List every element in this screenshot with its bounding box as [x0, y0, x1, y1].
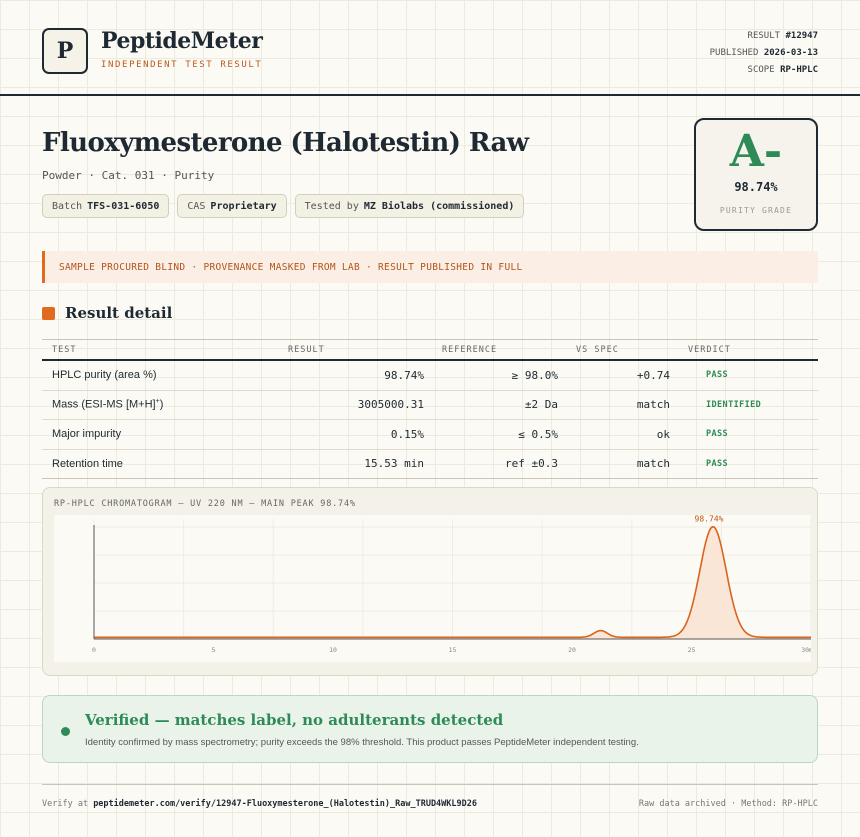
col-result: RESULT [288, 344, 325, 355]
test-name: Major impurity [52, 428, 122, 441]
x-tick-label: 15 [449, 646, 457, 654]
brand-subtitle: INDEPENDENT TEST RESULT [101, 60, 263, 70]
notice-banner: SAMPLE PROCURED BLIND · PROVENANCE MASKE… [42, 251, 818, 283]
logo-icon: P [42, 28, 88, 74]
test-verdict: PASS [706, 370, 729, 381]
col-reference: REFERENCE [442, 344, 498, 355]
section-title: Result detail [65, 304, 173, 322]
chart-area: 0 5 10 15 20 25 30min 98.74% [54, 515, 811, 662]
scope-value: RP-HPLC [780, 65, 818, 75]
result-meta: RESULT #12947 PUBLISHED 2026-03-13 SCOPE… [710, 28, 818, 79]
test-verdict: IDENTIFIED [706, 399, 762, 410]
peak-label: 98.74% [695, 515, 724, 524]
test-result: 0.15% [390, 427, 424, 441]
grade-label: PURITY GRADE [719, 206, 793, 215]
chart-title: RP-HPLC CHROMATOGRAM — UV 220 NM — MAIN … [54, 499, 356, 509]
test-reference: ref ±0.3 [505, 457, 558, 471]
test-name: HPLC purity (area %) [52, 369, 157, 382]
chromatogram-card: RP-HPLC CHROMATOGRAM — UV 220 NM — MAIN … [42, 487, 818, 676]
x-tick-label: 25 [688, 646, 696, 654]
col-verdict: VERDICT [688, 344, 731, 355]
scope-line: SCOPE RP-HPLC [747, 65, 818, 75]
table-header: TEST RESULT REFERENCE VS SPEC VERDICT [42, 340, 818, 361]
result-detail-heading: Result detail [42, 304, 172, 322]
verify-line: Verify at peptidemeter.com/verify/12947-… [42, 799, 477, 809]
test-verdict: PASS [706, 429, 729, 440]
x-tick-label: 0 [92, 646, 96, 654]
x-tick-label: 20 [568, 646, 576, 654]
product-chips: Batch TFS-031-6050 CAS Proprietary Tested … [42, 194, 525, 218]
footer-method: Raw data archived · Method: RP-HPLC [638, 799, 818, 809]
verified-text: Identity confirmed by mass spectrometry;… [85, 737, 639, 748]
col-vs-spec: VS SPEC [576, 344, 619, 355]
verified-title: Verified — matches label, no adulterants… [85, 711, 504, 729]
section-square-icon [42, 306, 55, 320]
test-vs-spec: +0.74 [636, 368, 670, 382]
test-result: 98.74% [384, 368, 424, 382]
report-header: P PeptideMeter INDEPENDENT TEST RESULT R… [0, 0, 860, 96]
test-vs-spec: match [636, 398, 670, 412]
tested-by-chip: Tested by MZ Biolabs (commissioned) [294, 194, 525, 218]
logo-letter: P [56, 38, 74, 64]
test-reference: ≤ 0.5% [518, 427, 558, 441]
table-row: Major impurity 0.15% ≤ 0.5% ok PASS [42, 420, 818, 450]
test-verdict: PASS [706, 458, 729, 469]
grade-value: 98.74% [734, 180, 778, 194]
test-reference: ±2 Da [524, 398, 558, 412]
x-tick-label: 5 [212, 646, 216, 654]
table-row: Retention time 15.53 min ref ±0.3 match … [42, 450, 818, 479]
table-row: Mass (ESI-MS [M+H]+) 3005000.31 ±2 Da ma… [42, 391, 818, 420]
test-result: 15.53 min [364, 457, 424, 471]
result-id: #12947 [785, 31, 818, 41]
verified-panel: Verified — matches label, no adulterants… [42, 695, 818, 763]
result-table: TEST RESULT REFERENCE VS SPEC VERDICT HP… [42, 339, 818, 479]
col-test: TEST [52, 344, 77, 355]
published-date: 2026-03-13 [763, 48, 818, 58]
test-vs-spec: match [636, 457, 670, 471]
cas-chip: CAS Proprietary [177, 194, 287, 218]
chromatogram-chart: 0 5 10 15 20 25 30min 98.74% [92, 515, 811, 654]
product-subtitle: Powder · Cat. 031 · Purity [42, 169, 215, 182]
verified-dot-icon [61, 727, 70, 736]
test-vs-spec: ok [656, 427, 670, 441]
test-result: 3005000.31 [357, 398, 424, 412]
product-title: Fluoxymesterone (Halotestin) Raw [42, 128, 529, 158]
x-tick-label: 10 [329, 646, 337, 654]
grade-letter: A- [729, 126, 783, 177]
purity-grade-card: A- 98.74% PURITY GRADE [694, 118, 818, 231]
test-name: Mass (ESI-MS [M+H]+) [52, 398, 164, 412]
test-reference: ≥ 98.0% [511, 368, 558, 382]
result-id-line: RESULT #12947 [747, 31, 818, 41]
published-line: PUBLISHED 2026-03-13 [709, 48, 818, 58]
batch-chip: Batch TFS-031-6050 [42, 194, 170, 218]
brand-name: PeptideMeter [101, 28, 263, 54]
verify-link[interactable]: peptidemeter.com/verify/12947-Fluoxymest… [93, 799, 477, 809]
table-row: HPLC purity (area %) 98.74% ≥ 98.0% +0.7… [42, 361, 818, 391]
x-tick-label: 30min [801, 646, 811, 654]
footer: Verify at peptidemeter.com/verify/12947-… [42, 784, 818, 809]
test-name: Retention time [52, 457, 123, 470]
